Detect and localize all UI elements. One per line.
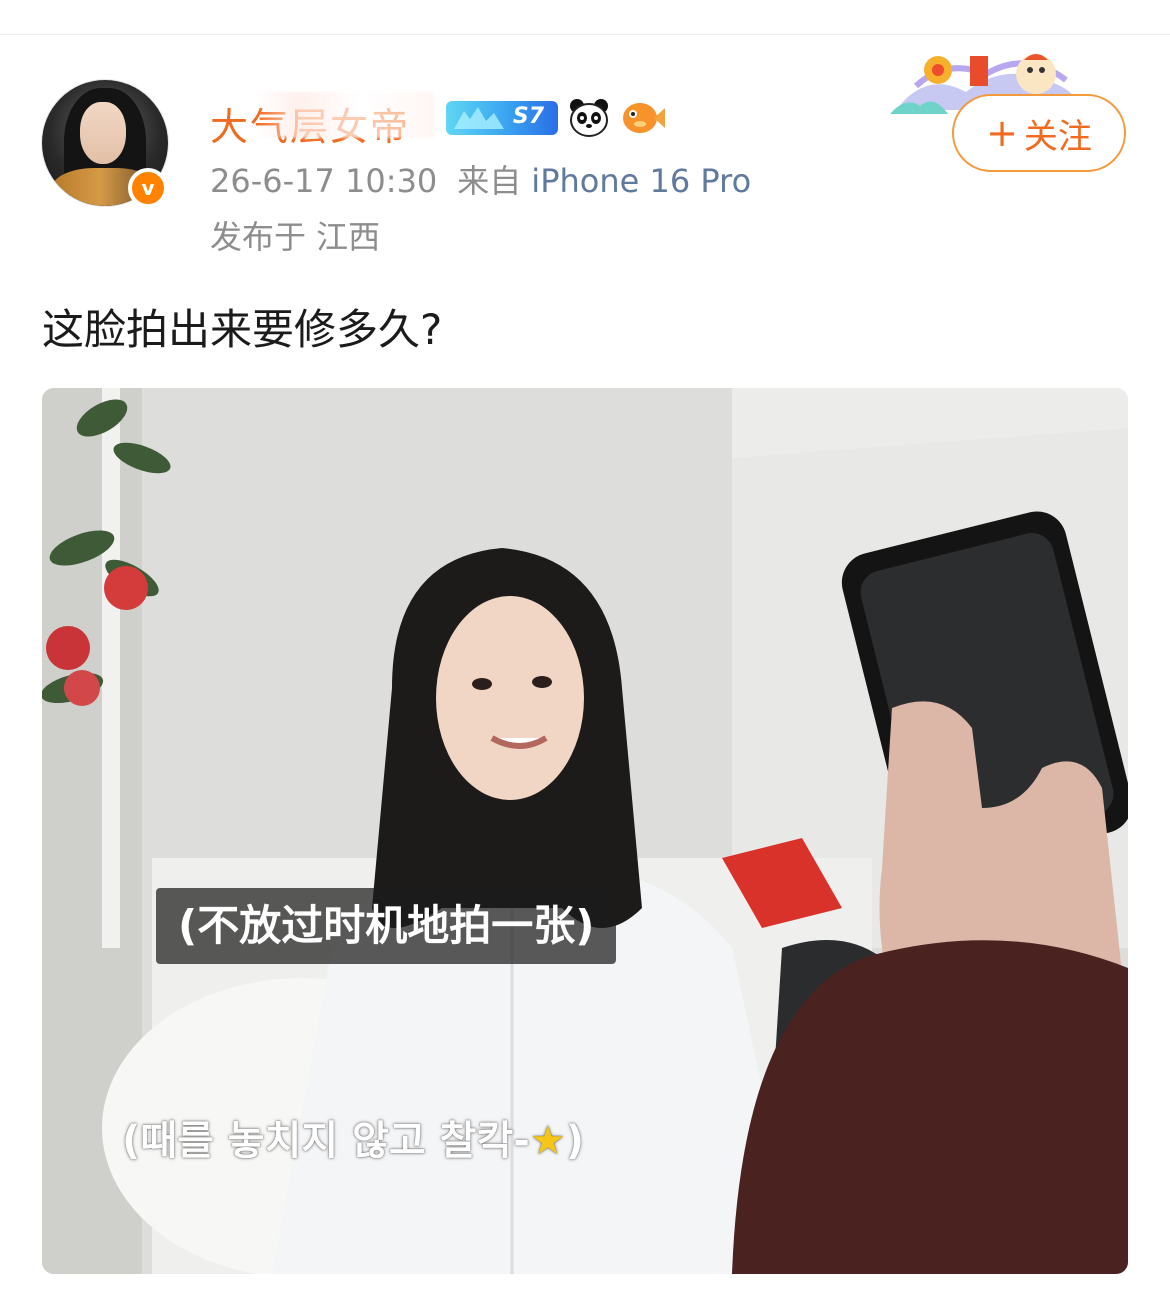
nickname-blur-overlay <box>256 92 434 138</box>
level-badge-text: S7 <box>512 104 544 129</box>
post-timestamp: 26-6-17 10:30 <box>210 162 438 200</box>
post-text: 这脸拍出来要修多久? <box>42 305 443 354</box>
user-badges: S7 <box>446 98 666 138</box>
post-source-prefix: 来自 <box>457 162 522 200</box>
post-location: 发布于 江西 <box>210 218 381 256</box>
verified-icon: v <box>128 168 168 208</box>
fish-icon[interactable] <box>620 97 666 139</box>
caption-korean-end: ) <box>565 1118 585 1164</box>
plus-icon: + <box>986 111 1018 155</box>
post-device[interactable]: iPhone 16 Pro <box>531 162 751 200</box>
caption-chinese: (不放过时机地拍一张) <box>156 888 617 964</box>
level-badge-icon[interactable]: S7 <box>446 101 558 135</box>
follow-button[interactable]: + 关注 <box>952 94 1126 172</box>
star-icon: ★ <box>529 1118 566 1164</box>
post-meta: 26-6-17 10:30 来自 iPhone 16 Pro <box>210 156 751 202</box>
panda-icon[interactable] <box>568 97 610 139</box>
caption-korean: (때를 놓치지 않고 찰칵-★) <box>122 1108 584 1166</box>
post-image[interactable]: (不放过时机地拍一张) (때를 놓치지 않고 찰칵-★) <box>42 388 1128 1274</box>
caption-korean-text: (때를 놓치지 않고 찰칵- <box>122 1118 530 1164</box>
top-divider <box>0 34 1170 35</box>
follow-label: 关注 <box>1023 116 1092 157</box>
